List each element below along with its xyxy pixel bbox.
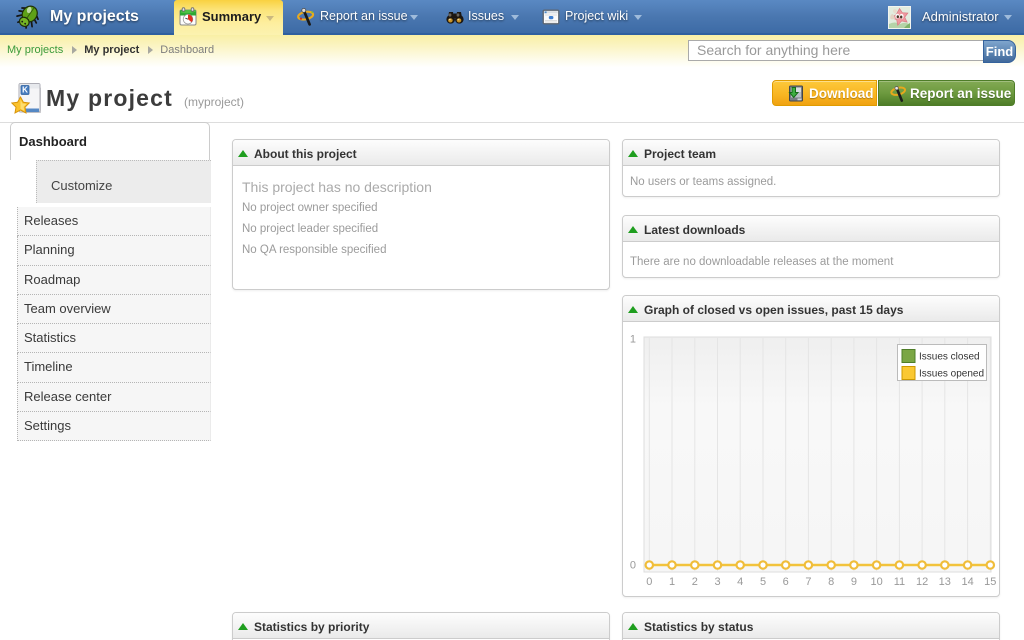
svg-text:11: 11 [894,576,905,588]
svg-text:8: 8 [828,576,834,588]
svg-text:10: 10 [870,576,882,588]
svg-text:K: K [22,86,28,95]
svg-text:6: 6 [783,576,789,588]
svg-text:2: 2 [692,576,698,588]
svg-text:9: 9 [851,576,857,588]
svg-text:14: 14 [961,576,973,588]
svg-text:12: 12 [916,576,928,588]
svg-text:1: 1 [669,576,675,588]
svg-text:0: 0 [630,560,636,572]
svg-text:Issues closed: Issues closed [919,352,980,363]
svg-text:7: 7 [805,576,811,588]
svg-text:5: 5 [760,576,766,588]
svg-text:0: 0 [646,576,652,588]
svg-text:3: 3 [714,576,720,588]
svg-text:15: 15 [984,576,996,588]
svg-text:Issues opened: Issues opened [919,369,984,380]
svg-text:1: 1 [630,334,636,346]
svg-text:4: 4 [737,576,743,588]
svg-text:13: 13 [939,576,951,588]
